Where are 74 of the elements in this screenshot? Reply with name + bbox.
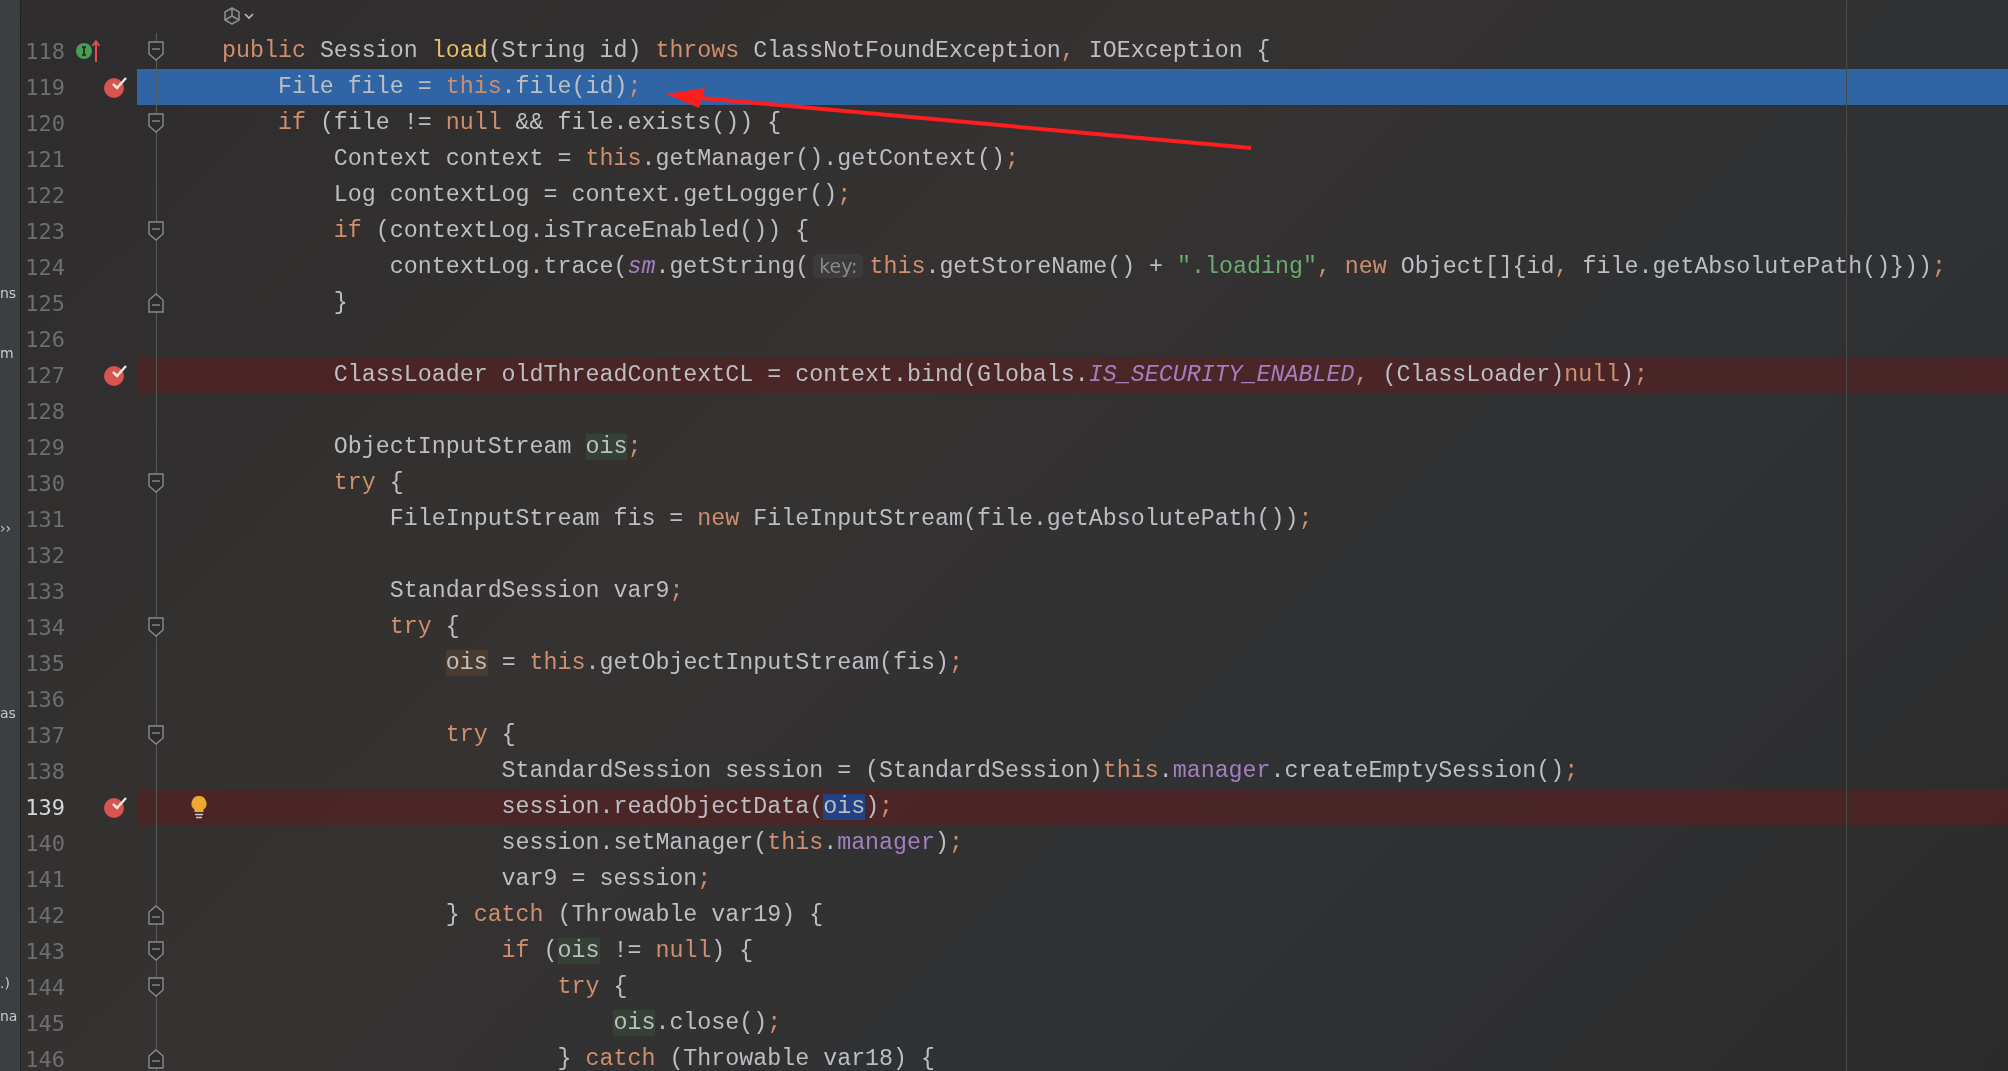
line-number: 126 bbox=[24, 326, 65, 352]
line-number: 137 bbox=[24, 722, 65, 748]
code-line: StandardSession session = (StandardSession)this.manager.createEmptySession(); bbox=[500, 758, 1579, 784]
code-line: ois.close(); bbox=[612, 1010, 782, 1036]
code-line: Log contextLog = context.getLogger(); bbox=[332, 182, 852, 208]
lightbulb-icon[interactable] bbox=[189, 795, 208, 819]
line-number: 134 bbox=[24, 614, 65, 640]
line-number: 118 bbox=[24, 38, 65, 64]
code-line: if (contextLog.isTraceEnabled()) { bbox=[332, 218, 810, 244]
line-number: 144 bbox=[24, 974, 65, 1000]
code-line: if (ois != null) { bbox=[500, 938, 754, 964]
line-number: 136 bbox=[24, 686, 65, 712]
code-line: try { bbox=[388, 614, 460, 640]
code-line: } catch (Throwable var19) { bbox=[444, 902, 824, 928]
fold-icon[interactable] bbox=[148, 113, 164, 133]
line-number: 121 bbox=[24, 146, 65, 172]
code-line: File file = this.file(id); bbox=[276, 74, 642, 100]
parameter-hint: key: bbox=[813, 254, 864, 278]
code-line: ois = this.getObjectInputStream(fis); bbox=[444, 650, 963, 676]
line-number: 125 bbox=[24, 290, 65, 316]
line-number: 132 bbox=[24, 542, 65, 568]
line-number: 139 bbox=[24, 794, 65, 820]
line-number: 124 bbox=[24, 254, 65, 280]
panel-text: ›› bbox=[0, 520, 12, 536]
code-line: var9 = session; bbox=[500, 866, 712, 892]
code-line: Context context = this.getManager().getContext(); bbox=[332, 146, 1019, 172]
line-number: 129 bbox=[24, 434, 65, 460]
code-line: ClassLoader oldThreadContextCL = context.bind(Globals.IS_SECURITY_ENABLED, (ClassLoader)null); bbox=[332, 362, 1649, 388]
code-line: if (file != null && file.exists()) { bbox=[276, 110, 782, 136]
line-number: 143 bbox=[24, 938, 65, 964]
fold-icon[interactable] bbox=[148, 41, 164, 61]
line-number: 131 bbox=[24, 506, 65, 532]
line-number: 141 bbox=[24, 866, 65, 892]
line-number: 142 bbox=[24, 902, 65, 928]
code-line: public Session load(String id) throws ClassNotFoundException, IOException { bbox=[222, 38, 1271, 64]
line-number: 135 bbox=[24, 650, 65, 676]
fold-icon[interactable] bbox=[148, 1049, 164, 1069]
line-number: 130 bbox=[24, 470, 65, 496]
fold-icon[interactable] bbox=[148, 221, 164, 241]
code-line: } catch (Throwable var18) { bbox=[556, 1046, 936, 1071]
implements-icon[interactable] bbox=[75, 38, 101, 64]
panel-text: .) bbox=[0, 975, 10, 991]
fold-icon[interactable] bbox=[148, 293, 164, 313]
line-number: 138 bbox=[24, 758, 65, 784]
line-number: 120 bbox=[24, 110, 65, 136]
fold-icon[interactable] bbox=[148, 905, 164, 925]
line-number: 122 bbox=[24, 182, 65, 208]
code-line: session.setManager(this.manager); bbox=[500, 830, 963, 856]
line-number: 140 bbox=[24, 830, 65, 856]
code-line: StandardSession var9; bbox=[388, 578, 684, 604]
code-line: try { bbox=[444, 722, 516, 748]
fold-icon[interactable] bbox=[148, 473, 164, 493]
line-number: 146 bbox=[24, 1046, 65, 1071]
fold-icon[interactable] bbox=[148, 977, 164, 997]
code-line: try { bbox=[332, 470, 404, 496]
fold-icon[interactable] bbox=[148, 941, 164, 961]
line-number: 128 bbox=[24, 398, 65, 424]
code-line: contextLog.trace(sm.getString( key: this.getStoreName() + ".loading", new Object[]{id, file.getAbsolutePath()})); bbox=[388, 254, 1947, 280]
fold-icon[interactable] bbox=[148, 617, 164, 637]
panel-text: as bbox=[0, 705, 16, 721]
code-line: session.readObjectData(ois); bbox=[500, 794, 894, 820]
line-number: 133 bbox=[24, 578, 65, 604]
line-number: 119 bbox=[24, 74, 65, 100]
line-number: 145 bbox=[24, 1010, 65, 1036]
fold-icon[interactable] bbox=[148, 725, 164, 745]
code-line: try { bbox=[556, 974, 628, 1000]
panel-text: na bbox=[0, 1008, 18, 1024]
code-line: ObjectInputStream ois; bbox=[332, 434, 642, 460]
line-number: 123 bbox=[24, 218, 65, 244]
panel-text: m bbox=[0, 345, 14, 361]
code-line: } bbox=[332, 290, 348, 316]
panel-text: ns bbox=[0, 285, 17, 301]
code-line: FileInputStream fis = new FileInputStream(file.getAbsolutePath()); bbox=[388, 506, 1313, 532]
line-number: 127 bbox=[24, 362, 65, 388]
